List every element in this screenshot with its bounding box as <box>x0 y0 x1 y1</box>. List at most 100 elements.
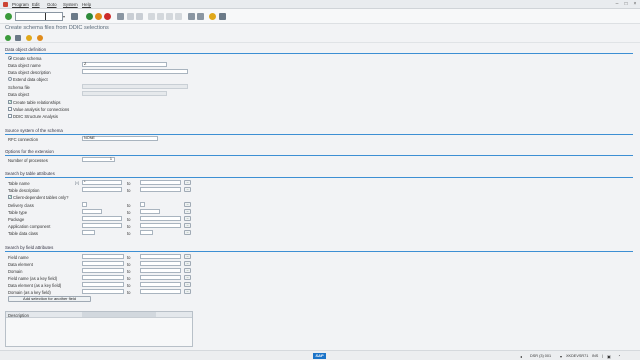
data-element-to-input[interactable] <box>140 261 181 266</box>
shortcut-icon[interactable] <box>197 13 204 20</box>
section-source-system-title: Source system of the schema <box>5 128 63 133</box>
table-description-from-input[interactable] <box>82 187 122 192</box>
data-object-name-input[interactable]: Z <box>82 62 167 67</box>
table-data-class-label: Table data class <box>8 231 39 236</box>
enter-icon[interactable] <box>5 13 12 20</box>
multiple-selection-button[interactable]: → <box>184 268 191 273</box>
section-table-attributes-title: Search by table attributes <box>5 171 55 176</box>
layout-menu-icon[interactable] <box>219 13 226 20</box>
previous-page-icon[interactable] <box>157 13 164 20</box>
number-of-processes-input[interactable]: 1 <box>82 157 115 162</box>
multiple-selection-button[interactable]: → <box>184 180 191 185</box>
variant-icon[interactable] <box>15 35 21 41</box>
multiple-selection-button[interactable]: → <box>184 275 191 280</box>
data-element-key-from-input[interactable] <box>82 282 124 287</box>
table-type-to-input[interactable] <box>140 209 160 214</box>
delivery-class-label: Delivery class <box>8 203 34 208</box>
table-type-from-input[interactable] <box>82 209 102 214</box>
find-next-icon[interactable] <box>136 13 143 20</box>
save-icon[interactable] <box>71 13 78 20</box>
client-dependent-checkbox[interactable]: ✓ <box>8 195 12 199</box>
table-data-class-to-input[interactable] <box>140 230 153 235</box>
package-from-input[interactable] <box>82 216 122 221</box>
first-page-icon[interactable] <box>148 13 155 20</box>
status-dropdown-icon[interactable]: ▾ <box>560 354 562 359</box>
data-element-key-to-input[interactable] <box>140 282 181 287</box>
selection-option-icon[interactable]: [=] <box>75 181 79 185</box>
section-divider <box>5 177 633 178</box>
field-name-key-from-input[interactable] <box>82 275 124 280</box>
menu-edit[interactable]: Edit <box>32 2 40 7</box>
menu-system[interactable]: System <box>63 2 78 7</box>
status-arrow-icon[interactable]: ◂ <box>520 354 522 359</box>
new-session-icon[interactable] <box>188 13 195 20</box>
field-name-key-to-input[interactable] <box>140 275 181 280</box>
multiple-selection-button[interactable]: → <box>184 216 191 221</box>
delivery-class-to-input[interactable] <box>140 202 145 207</box>
command-dropdown-icon[interactable]: ▾ <box>63 12 68 21</box>
data-object-description-input[interactable] <box>82 69 188 74</box>
field-name-from-input[interactable] <box>82 254 124 259</box>
info-icon[interactable] <box>26 35 32 41</box>
ddic-structure-analysis-checkbox[interactable] <box>8 114 12 118</box>
system-toolbar: ▾ <box>0 9 640 24</box>
multiple-selection-button[interactable]: → <box>184 289 191 294</box>
domain-from-input[interactable] <box>82 268 124 273</box>
menu-program[interactable]: Program <box>12 2 29 7</box>
find-icon[interactable] <box>127 13 134 20</box>
help-icon[interactable] <box>209 13 216 20</box>
data-object-input[interactable] <box>82 91 167 96</box>
execute-icon[interactable] <box>5 35 11 41</box>
sap-menu-icon[interactable] <box>3 2 8 7</box>
menu-goto[interactable]: Goto <box>47 2 57 7</box>
command-field[interactable] <box>15 12 63 21</box>
multiple-selection-button[interactable]: → <box>184 261 191 266</box>
description-column-header[interactable]: Description <box>8 313 29 318</box>
domain-key-from-input[interactable] <box>82 289 124 294</box>
table-name-to-input[interactable] <box>140 180 181 185</box>
schema-file-label: Schema file <box>8 85 30 90</box>
rfc-connection-input[interactable]: NONE <box>82 136 158 141</box>
application-component-to-input[interactable] <box>140 223 181 228</box>
minimize-icon[interactable]: – <box>614 1 620 7</box>
maximize-icon[interactable]: □ <box>623 1 629 7</box>
status-notification-icon[interactable]: ◔ <box>618 354 620 358</box>
extend-data-object-radio[interactable] <box>8 77 12 81</box>
print-icon[interactable] <box>117 13 124 20</box>
application-component-from-input[interactable] <box>82 223 122 228</box>
value-analysis-checkbox[interactable] <box>8 107 12 111</box>
table-description-to-input[interactable] <box>140 187 181 192</box>
close-icon[interactable]: × <box>632 1 638 7</box>
delivery-class-from-input[interactable] <box>82 202 87 207</box>
multiple-selection-button[interactable]: → <box>184 202 191 207</box>
domain-key-to-input[interactable] <box>140 289 181 294</box>
status-bar: SAP ◂ DSR (3) 001 ▾ XKDEVSR71 INS | ▣ ◔ <box>0 350 640 360</box>
domain-to-input[interactable] <box>140 268 181 273</box>
multiple-selection-button[interactable]: → <box>184 209 191 214</box>
field-name-to-input[interactable] <box>140 254 181 259</box>
table-data-class-from-input[interactable] <box>82 230 95 235</box>
multiple-selection-button[interactable]: → <box>184 223 191 228</box>
exit-icon[interactable] <box>95 13 102 20</box>
next-page-icon[interactable] <box>166 13 173 20</box>
multiple-selection-button[interactable]: → <box>184 230 191 235</box>
package-to-input[interactable] <box>140 216 181 221</box>
settings-icon[interactable] <box>37 35 43 41</box>
add-selection-button[interactable]: Add selection for another field <box>8 296 91 302</box>
multiple-selection-button[interactable]: → <box>184 254 191 259</box>
data-element-from-input[interactable] <box>82 261 124 266</box>
description-table-header: Description <box>6 312 192 318</box>
domain-key-label: Domain (as a key field) <box>8 290 51 295</box>
last-page-icon[interactable] <box>175 13 182 20</box>
multiple-selection-button[interactable]: → <box>184 282 191 287</box>
create-schema-radio[interactable] <box>8 56 12 60</box>
multiple-selection-button[interactable]: → <box>184 187 191 192</box>
menu-help[interactable]: Help <box>82 2 91 7</box>
create-table-relationships-label: Create table relationships <box>13 100 61 105</box>
schema-file-input[interactable] <box>82 84 188 89</box>
back-icon[interactable] <box>86 13 93 20</box>
table-name-from-input[interactable]: * <box>82 180 122 185</box>
cancel-icon[interactable] <box>104 13 111 20</box>
page-title: Create schema files from DDIC selections <box>5 25 109 31</box>
create-table-relationships-checkbox[interactable]: ✓ <box>8 100 12 104</box>
